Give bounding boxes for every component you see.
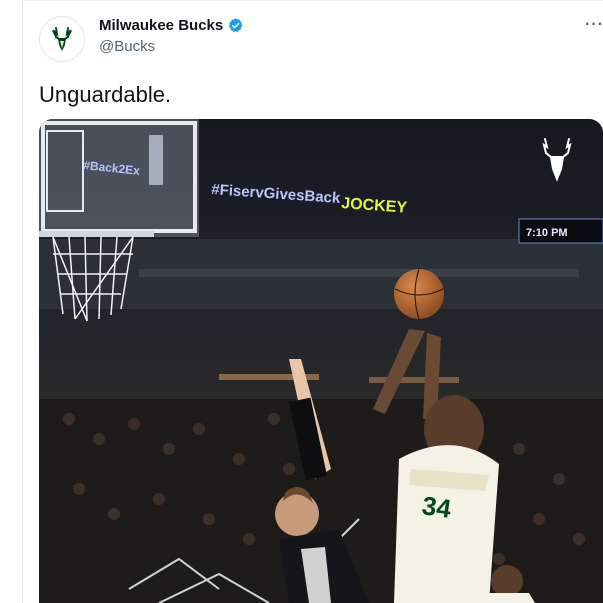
timeline-border (22, 0, 23, 603)
author-display-name[interactable]: Milwaukee Bucks (99, 17, 223, 34)
top-divider (22, 0, 603, 1)
jersey-number: 34 (420, 490, 453, 524)
author-avatar[interactable] (39, 16, 85, 62)
tweet-video[interactable]: #FiservGivesBack JOCKEY 7:10 PM #Back2Ex (39, 119, 603, 603)
verified-badge-icon (229, 18, 243, 33)
bucks-deer-logo-icon (52, 27, 72, 51)
tweet-text: Unguardable. (39, 82, 172, 107)
more-options-icon[interactable]: ··· (585, 17, 603, 33)
author-handle[interactable]: @Bucks (99, 38, 155, 55)
basketball (394, 269, 444, 319)
video-frame: #FiservGivesBack JOCKEY 7:10 PM #Back2Ex (39, 119, 603, 603)
author-name-row[interactable]: Milwaukee Bucks (99, 17, 244, 34)
scoreboard-text: 7:10 PM (526, 227, 568, 239)
